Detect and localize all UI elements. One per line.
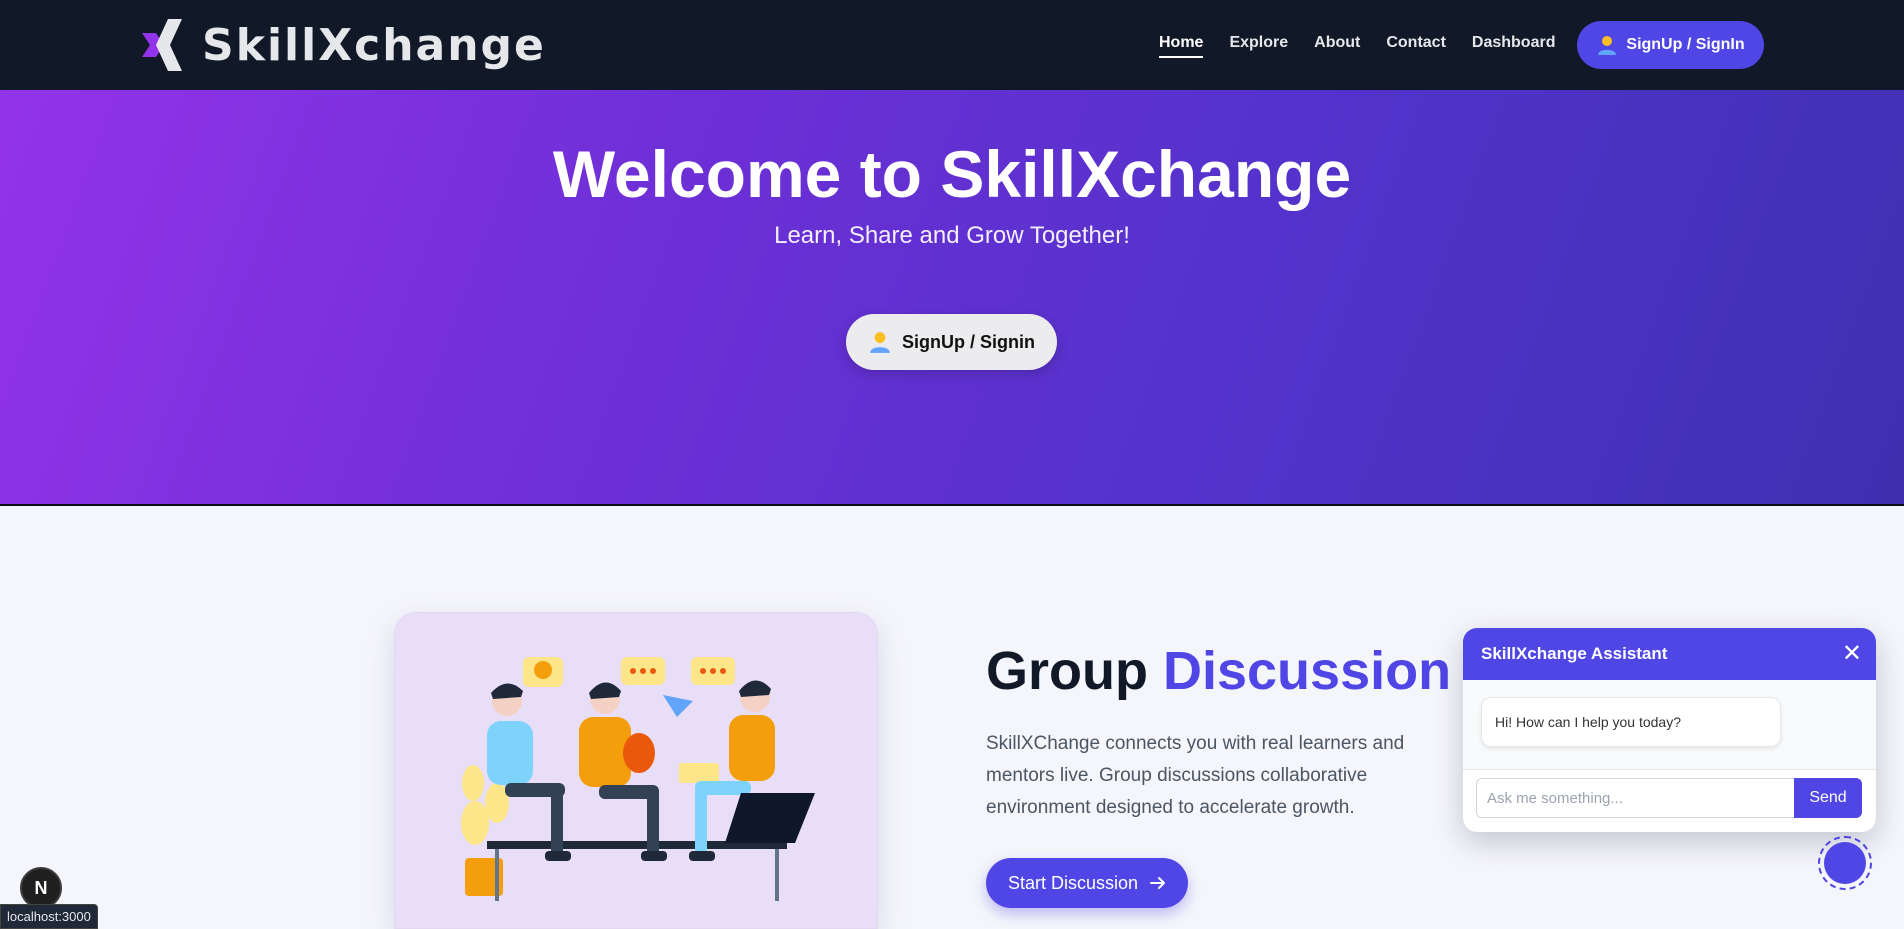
chat-toggle-button[interactable] bbox=[1818, 836, 1872, 890]
chat-widget: SkillXchange Assistant ✕ Hi! How can I h… bbox=[1463, 628, 1876, 832]
chat-title: SkillXchange Assistant bbox=[1481, 644, 1668, 663]
logo-x-icon bbox=[142, 19, 182, 71]
nav-link-explore[interactable]: Explore bbox=[1229, 34, 1288, 58]
feature-title: Group Discussion bbox=[986, 640, 1451, 702]
nav-signup-label: SignUp / SignIn bbox=[1626, 36, 1745, 53]
start-discussion-button[interactable]: Start Discussion bbox=[986, 858, 1188, 908]
feature-title-plain: Group bbox=[986, 641, 1163, 701]
nav-link-about[interactable]: About bbox=[1314, 34, 1360, 58]
chat-header: SkillXchange Assistant ✕ bbox=[1463, 628, 1876, 680]
nav-link-contact[interactable]: Contact bbox=[1386, 34, 1446, 58]
brand-logo[interactable]: SkillXchange bbox=[142, 14, 546, 76]
chat-messages: Hi! How can I help you today? bbox=[1463, 680, 1876, 770]
group-discussion-illustration bbox=[394, 612, 878, 929]
hero-signup-label: SignUp / Signin bbox=[902, 331, 1035, 352]
chat-message-assistant: Hi! How can I help you today? bbox=[1481, 697, 1781, 747]
feature-description: SkillXChange connects you with real lear… bbox=[986, 733, 1405, 818]
chat-send-button[interactable]: Send bbox=[1794, 778, 1862, 818]
hero-section: Welcome to SkillXchange Learn, Share and… bbox=[0, 90, 1904, 506]
nav-links: Home Explore About Contact Dashboard bbox=[1159, 34, 1555, 58]
hero-signup-button[interactable]: SignUp / Signin bbox=[846, 314, 1057, 370]
chat-input-row: Send bbox=[1476, 778, 1862, 818]
status-bar-url: localhost:3000 bbox=[0, 904, 98, 929]
arrow-right-icon bbox=[1150, 877, 1166, 889]
nextjs-dev-badge[interactable]: N bbox=[20, 867, 62, 909]
hero-subtitle: Learn, Share and Grow Together! bbox=[774, 222, 1130, 249]
feature-title-accent: Discussion bbox=[1162, 641, 1452, 701]
close-icon[interactable]: ✕ bbox=[1842, 642, 1862, 666]
nav-link-home[interactable]: Home bbox=[1159, 34, 1204, 58]
start-discussion-label: Start Discussion bbox=[1007, 872, 1139, 893]
illustration-art bbox=[461, 657, 815, 901]
chat-input[interactable] bbox=[1476, 778, 1794, 818]
top-navbar: SkillXchange Home Explore About Contact … bbox=[0, 0, 1904, 90]
nav-signup-button[interactable]: SignUp / SignIn bbox=[1577, 21, 1764, 69]
nav-link-dashboard[interactable]: Dashboard bbox=[1472, 34, 1556, 58]
user-icon bbox=[870, 332, 890, 353]
user-icon bbox=[1598, 36, 1617, 55]
hero-title: Welcome to SkillXchange bbox=[552, 137, 1352, 211]
brand-name: SkillXchange bbox=[202, 19, 546, 71]
chat-bubble-icon bbox=[1824, 842, 1866, 884]
